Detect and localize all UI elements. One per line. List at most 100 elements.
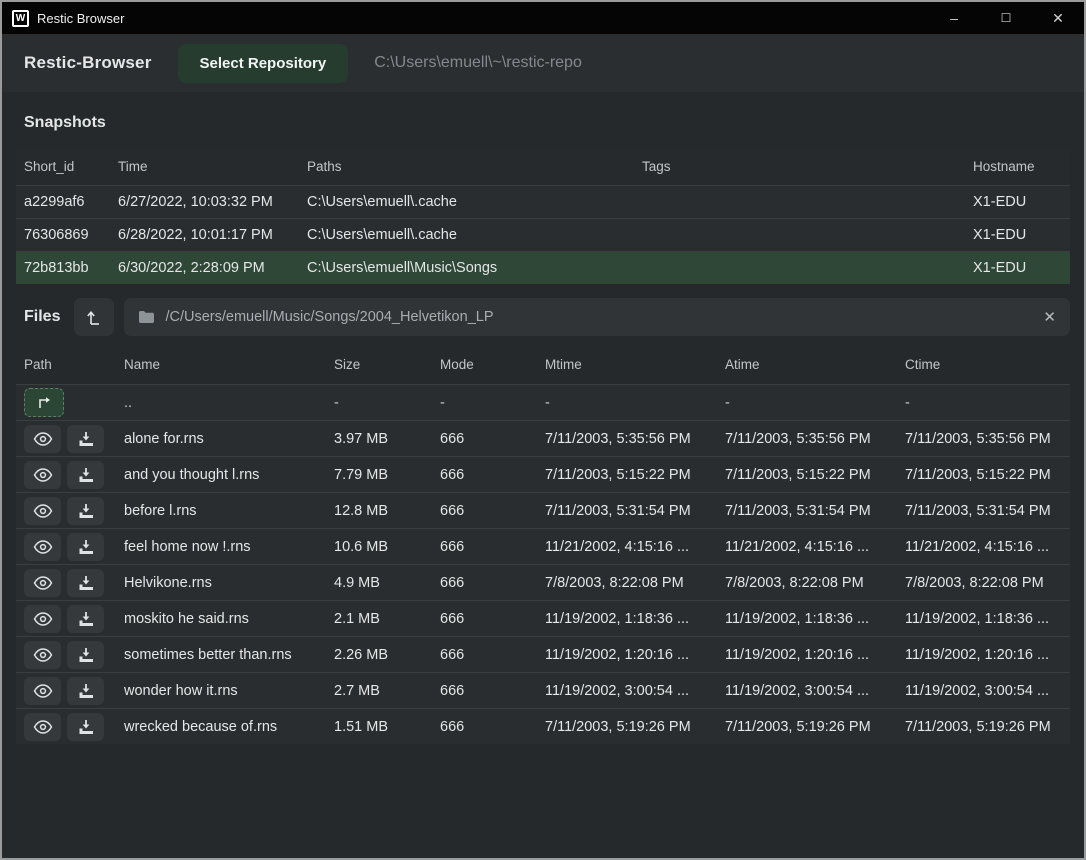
file-mtime: 11/19/2002, 1:20:16 ... (545, 647, 725, 663)
snapshots-title: Snapshots (2, 92, 1084, 148)
view-file-button[interactable] (24, 641, 61, 669)
repository-path: C:\Users\emuell\~\restic-repo (374, 54, 582, 72)
column-header-ctime: Ctime (905, 357, 1062, 372)
file-mode: 666 (440, 431, 545, 447)
column-header-path: Path (24, 357, 124, 372)
window-controls: – ☐ ✕ (928, 2, 1084, 34)
snapshot-hostname: X1-EDU (973, 260, 1062, 276)
eye-icon (33, 576, 53, 590)
go-to-root-button[interactable] (74, 298, 114, 336)
file-row[interactable]: before l.rns12.8 MB6667/11/2003, 5:31:54… (16, 492, 1070, 528)
parent-directory-row[interactable]: .. - - - - - (16, 384, 1070, 420)
snapshot-paths: C:\Users\emuell\.cache (307, 194, 642, 210)
download-file-button[interactable] (67, 533, 104, 561)
up-level-icon (85, 308, 103, 326)
file-atime: 7/8/2003, 8:22:08 PM (725, 575, 905, 591)
file-row[interactable]: alone for.rns3.97 MB6667/11/2003, 5:35:5… (16, 420, 1070, 456)
file-mtime: 11/19/2002, 3:00:54 ... (545, 683, 725, 699)
file-mode: 666 (440, 467, 545, 483)
file-name: wrecked because of.rns (124, 719, 334, 735)
file-name: Helvikone.rns (124, 575, 334, 591)
view-file-button[interactable] (24, 425, 61, 453)
file-mtime: - (545, 395, 725, 411)
snapshot-time: 6/30/2022, 2:28:09 PM (118, 260, 307, 276)
file-row[interactable]: Helvikone.rns4.9 MB666 7/8/2003, 8:22:08 … (16, 564, 1070, 600)
view-file-button[interactable] (24, 569, 61, 597)
download-file-button[interactable] (67, 425, 104, 453)
file-ctime: 7/11/2003, 5:31:54 PM (905, 503, 1062, 519)
file-row[interactable]: wonder how it.rns2.7 MB66611/19/2002, 3:… (16, 672, 1070, 708)
file-size: - (334, 395, 440, 411)
download-file-button[interactable] (67, 677, 104, 705)
column-header-short-id: Short_id (24, 159, 118, 174)
file-row[interactable]: and you thought l.rns7.79 MB6667/11/2003… (16, 456, 1070, 492)
file-name: feel home now !.rns (124, 539, 334, 555)
file-mtime: 7/11/2003, 5:19:26 PM (545, 719, 725, 735)
snapshots-table-header: Short_id Time Paths Tags Hostname (16, 148, 1070, 185)
view-file-button[interactable] (24, 497, 61, 525)
download-icon (78, 611, 94, 627)
file-atime: - (725, 395, 905, 411)
file-atime: 7/11/2003, 5:15:22 PM (725, 467, 905, 483)
file-size: 10.6 MB (334, 539, 440, 555)
download-file-button[interactable] (67, 713, 104, 741)
download-file-button[interactable] (67, 569, 104, 597)
download-icon (78, 719, 94, 735)
maximize-button[interactable]: ☐ (980, 2, 1032, 34)
file-size: 4.9 MB (334, 575, 440, 591)
column-header-mode: Mode (440, 357, 545, 372)
file-mtime: 11/19/2002, 1:18:36 ... (545, 611, 725, 627)
file-name: before l.rns (124, 503, 334, 519)
view-file-button[interactable] (24, 677, 61, 705)
snapshot-paths: C:\Users\emuell\Music\Songs (307, 260, 642, 276)
download-file-button[interactable] (67, 641, 104, 669)
file-atime: 11/19/2002, 1:20:16 ... (725, 647, 905, 663)
file-name: alone for.rns (124, 431, 334, 447)
snapshot-row-selected[interactable]: 72b813bb 6/30/2022, 2:28:09 PM C:\Users\… (16, 251, 1070, 284)
column-header-hostname: Hostname (973, 159, 1062, 174)
file-mode: 666 (440, 611, 545, 627)
file-mode: 666 (440, 575, 545, 591)
file-ctime: 7/8/2003, 8:22:08 PM (905, 575, 1062, 591)
column-header-tags: Tags (642, 159, 973, 174)
view-file-button[interactable] (24, 713, 61, 741)
close-button[interactable]: ✕ (1032, 2, 1084, 34)
download-file-button[interactable] (67, 461, 104, 489)
file-name: moskito he said.rns (124, 611, 334, 627)
file-ctime: 11/21/2002, 4:15:16 ... (905, 539, 1062, 555)
snapshot-time: 6/28/2022, 10:01:17 PM (118, 227, 307, 243)
file-ctime: 7/11/2003, 5:19:26 PM (905, 719, 1062, 735)
column-header-paths: Paths (307, 159, 642, 174)
file-row[interactable]: sometimes better than.rns2.26 MB66611/19… (16, 636, 1070, 672)
file-mode: 666 (440, 503, 545, 519)
clear-path-icon[interactable]: ✕ (1043, 308, 1056, 326)
download-file-button[interactable] (67, 497, 104, 525)
file-mtime: 7/11/2003, 5:35:56 PM (545, 431, 725, 447)
minimize-button[interactable]: – (928, 2, 980, 34)
file-mtime: 7/11/2003, 5:31:54 PM (545, 503, 725, 519)
file-size: 1.51 MB (334, 719, 440, 735)
download-icon (78, 575, 94, 591)
snapshot-row[interactable]: 76306869 6/28/2022, 10:01:17 PM C:\Users… (16, 218, 1070, 251)
download-icon (78, 683, 94, 699)
file-ctime: 7/11/2003, 5:35:56 PM (905, 431, 1062, 447)
file-row[interactable]: moskito he said.rns2.1 MB66611/19/2002, … (16, 600, 1070, 636)
file-row[interactable]: feel home now !.rns10.6 MB66611/21/2002,… (16, 528, 1070, 564)
file-name: wonder how it.rns (124, 683, 334, 699)
download-file-button[interactable] (67, 605, 104, 633)
view-file-button[interactable] (24, 461, 61, 489)
snapshot-row[interactable]: a2299af6 6/27/2022, 10:03:32 PM C:\Users… (16, 185, 1070, 218)
path-breadcrumb[interactable]: /C/Users/emuell/Music/Songs/2004_Helveti… (124, 298, 1070, 336)
select-repository-button[interactable]: Select Repository (178, 44, 349, 83)
file-size: 12.8 MB (334, 503, 440, 519)
snapshot-short-id: a2299af6 (24, 194, 118, 210)
eye-icon (33, 612, 53, 626)
file-row[interactable]: wrecked because of.rns1.51 MB6667/11/200… (16, 708, 1070, 744)
parent-dir-arrow-icon (35, 395, 53, 411)
view-file-button[interactable] (24, 533, 61, 561)
go-up-directory-button[interactable] (24, 388, 64, 417)
files-table-header: Path Name Size Mode Mtime Atime Ctime (16, 344, 1070, 384)
view-file-button[interactable] (24, 605, 61, 633)
file-mode: 666 (440, 647, 545, 663)
app-logo-icon: W (12, 10, 29, 27)
